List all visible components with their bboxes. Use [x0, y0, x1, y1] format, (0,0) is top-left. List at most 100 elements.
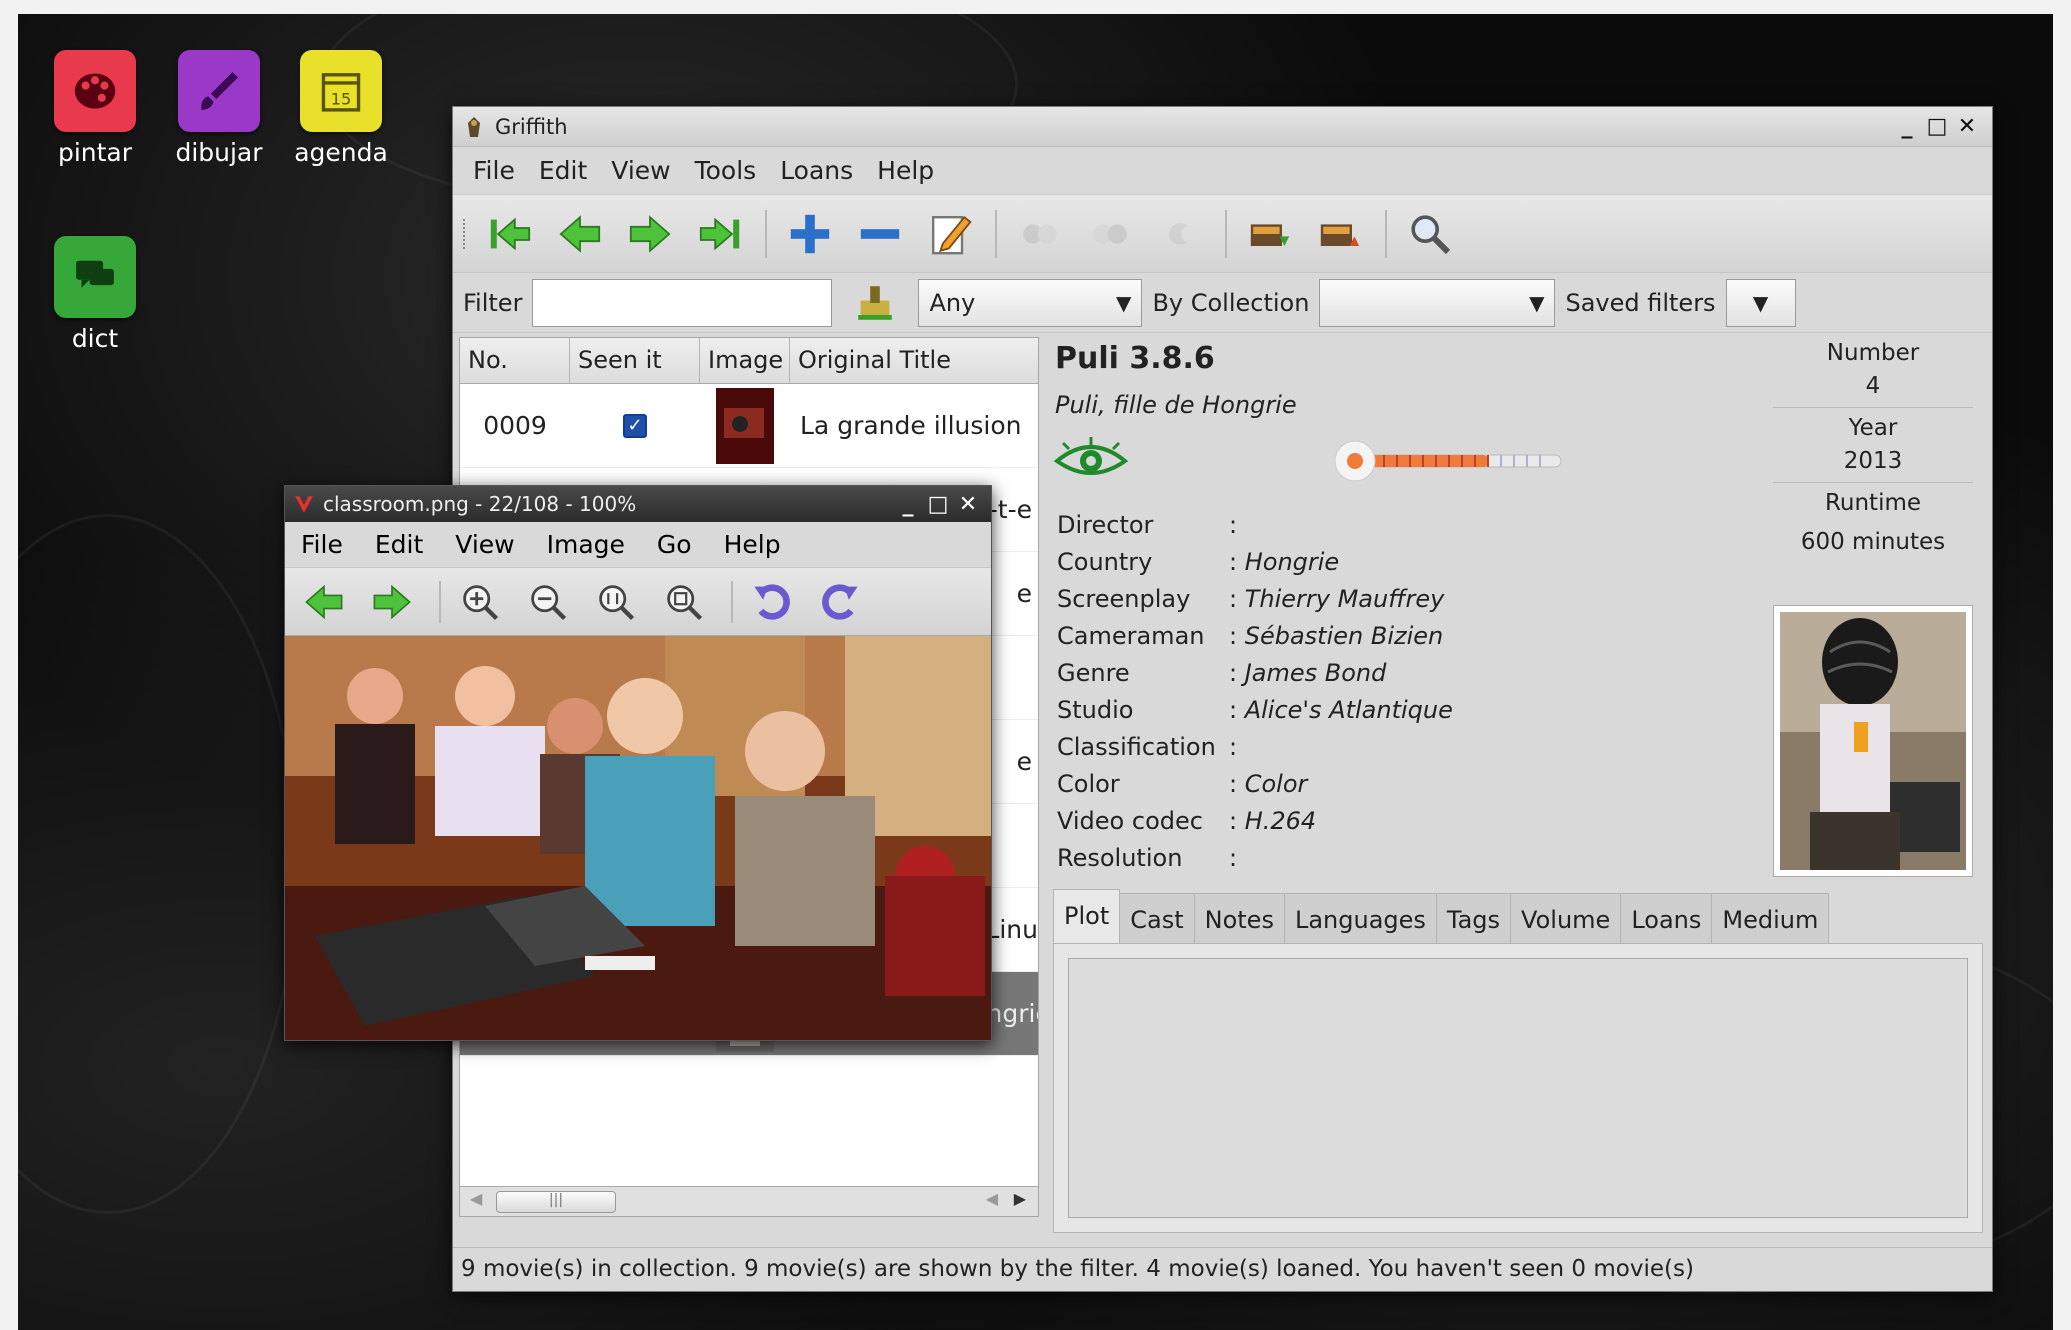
- maximize-button[interactable]: □: [1922, 114, 1952, 139]
- viewer-menu-file[interactable]: File: [301, 530, 343, 559]
- add-button[interactable]: [781, 205, 839, 263]
- menu-tools[interactable]: Tools: [695, 156, 777, 185]
- loan-button[interactable]: [1011, 205, 1069, 263]
- loan-history-icon: [1169, 222, 1198, 245]
- delete-button[interactable]: [851, 205, 909, 263]
- rotate-left-icon: [754, 583, 790, 620]
- zoom-original-icon: [599, 584, 635, 620]
- list-header: No. Seen it Image Original Title: [460, 338, 1038, 384]
- zoom-fit-button[interactable]: [659, 577, 709, 627]
- desktop-icon-label: agenda: [294, 138, 388, 167]
- edit-button[interactable]: [921, 205, 979, 263]
- griffith-app-icon: [468, 116, 480, 137]
- by-collection-label: By Collection: [1152, 288, 1310, 317]
- row-title: La grande illusion: [800, 411, 1022, 440]
- filter-field-select[interactable]: Any ▼: [918, 278, 1143, 327]
- import-button[interactable]: [1241, 205, 1299, 263]
- viewer-titlebar[interactable]: classroom.png - 22/108 - 100% _ □ ✕: [285, 486, 991, 522]
- zoom-original-button[interactable]: [591, 577, 641, 627]
- search-button[interactable]: [1401, 205, 1459, 263]
- tab-medium[interactable]: Medium: [1711, 893, 1830, 943]
- desktop-icon-agenda[interactable]: 15 agenda: [286, 50, 396, 167]
- plot-panel: [1053, 943, 1983, 1233]
- field-resolution: Resolution:: [1057, 844, 1245, 872]
- scroll-left-icon[interactable]: ◀: [986, 1189, 998, 1208]
- toolbar-separator: [1385, 209, 1387, 258]
- column-header-seen[interactable]: Seen it: [570, 338, 700, 383]
- desktop-icon-dict[interactable]: dict: [40, 236, 150, 353]
- filter-input[interactable]: [532, 278, 833, 327]
- previous-button[interactable]: [551, 205, 609, 263]
- field-classification: Classification:: [1057, 733, 1245, 761]
- tab-languages[interactable]: Languages: [1283, 893, 1437, 943]
- toolbar-grip[interactable]: [463, 218, 471, 249]
- search-icon: [1411, 214, 1451, 254]
- menu-view[interactable]: View: [611, 156, 690, 185]
- plot-text-area[interactable]: [1068, 958, 1968, 1218]
- tab-volume[interactable]: Volume: [1510, 893, 1622, 943]
- viewer-minimize-button[interactable]: _: [893, 492, 923, 517]
- menubar: File Edit View Tools Loans Help: [453, 147, 1992, 195]
- palette-icon: [54, 50, 136, 132]
- viewer-maximize-button[interactable]: □: [923, 492, 953, 517]
- rotate-left-button[interactable]: [747, 577, 797, 627]
- collection-select[interactable]: ▼: [1319, 278, 1556, 327]
- seen-checkbox[interactable]: ✓: [623, 413, 647, 438]
- minimize-button[interactable]: _: [1892, 114, 1922, 139]
- close-button[interactable]: ✕: [1952, 114, 1982, 139]
- viewer-close-button[interactable]: ✕: [953, 492, 983, 517]
- horizontal-scrollbar[interactable]: ◀ ||| ◀ ▶: [460, 1186, 1038, 1216]
- zoom-in-icon: [463, 584, 499, 620]
- zoom-fit-icon: [667, 584, 703, 620]
- last-button[interactable]: [691, 205, 749, 263]
- zoom-in-button[interactable]: [455, 577, 505, 627]
- viewer-menu-image[interactable]: Image: [547, 530, 625, 559]
- desktop-icon-pintar[interactable]: pintar: [40, 50, 150, 167]
- arrow-left-icon: [305, 584, 343, 619]
- tab-cast[interactable]: Cast: [1119, 893, 1195, 943]
- return-button[interactable]: [1081, 205, 1139, 263]
- detail-tabs: Plot Cast Notes Languages Tags Volume Lo…: [1053, 889, 1830, 945]
- menu-help[interactable]: Help: [877, 156, 954, 185]
- tab-plot[interactable]: Plot: [1053, 889, 1121, 945]
- zoom-out-button[interactable]: [523, 577, 573, 627]
- viewer-menu-edit[interactable]: Edit: [375, 530, 423, 559]
- toolbar-separator: [1225, 209, 1227, 258]
- rating-slider[interactable]: [1331, 437, 1571, 485]
- movie-poster[interactable]: [1773, 605, 1973, 877]
- first-button[interactable]: [481, 205, 539, 263]
- loan-history-button[interactable]: [1151, 205, 1209, 263]
- column-header-title[interactable]: Original Title: [790, 338, 1038, 383]
- viewer-menu-help[interactable]: Help: [724, 530, 781, 559]
- menu-edit[interactable]: Edit: [539, 156, 607, 185]
- chat-icon: [54, 236, 136, 318]
- menu-file[interactable]: File: [473, 156, 535, 185]
- viewer-previous-button[interactable]: [299, 577, 349, 627]
- viewer-menu-view[interactable]: View: [455, 530, 514, 559]
- tab-tags[interactable]: Tags: [1435, 893, 1512, 943]
- desktop-icon-label: pintar: [57, 138, 133, 167]
- viewer-menu-go[interactable]: Go: [657, 530, 692, 559]
- tab-loans[interactable]: Loans: [1620, 893, 1713, 943]
- window-titlebar[interactable]: Griffith _ □ ✕: [453, 107, 1992, 147]
- scrollbar-thumb[interactable]: |||: [496, 1191, 616, 1213]
- field-studio: Studio: Alice's Atlantique: [1057, 696, 1453, 724]
- column-header-image[interactable]: Image: [700, 338, 790, 383]
- desktop-icon-label: dict: [71, 324, 119, 353]
- tab-notes[interactable]: Notes: [1193, 893, 1285, 943]
- viewer-menubar: File Edit View Image Go Help: [285, 522, 991, 568]
- seen-eye-icon: [1053, 437, 1129, 475]
- saved-filters-select[interactable]: ▼: [1725, 278, 1796, 327]
- table-row[interactable]: 0009 ✓ La grande illusion: [460, 384, 1038, 468]
- menu-loans[interactable]: Loans: [780, 156, 873, 185]
- export-button[interactable]: [1311, 205, 1369, 263]
- rotate-right-button[interactable]: [815, 577, 865, 627]
- scroll-right-icon[interactable]: ▶: [1014, 1189, 1026, 1208]
- column-header-no[interactable]: No.: [460, 338, 570, 383]
- scroll-left-icon[interactable]: ◀: [470, 1189, 482, 1208]
- desktop-icon-dibujar[interactable]: dibujar: [164, 50, 274, 167]
- movie-original-title: Puli, fille de Hongrie: [1055, 391, 1297, 419]
- next-button[interactable]: [621, 205, 679, 263]
- viewer-next-button[interactable]: [367, 577, 417, 627]
- clear-filter-button[interactable]: [846, 274, 904, 332]
